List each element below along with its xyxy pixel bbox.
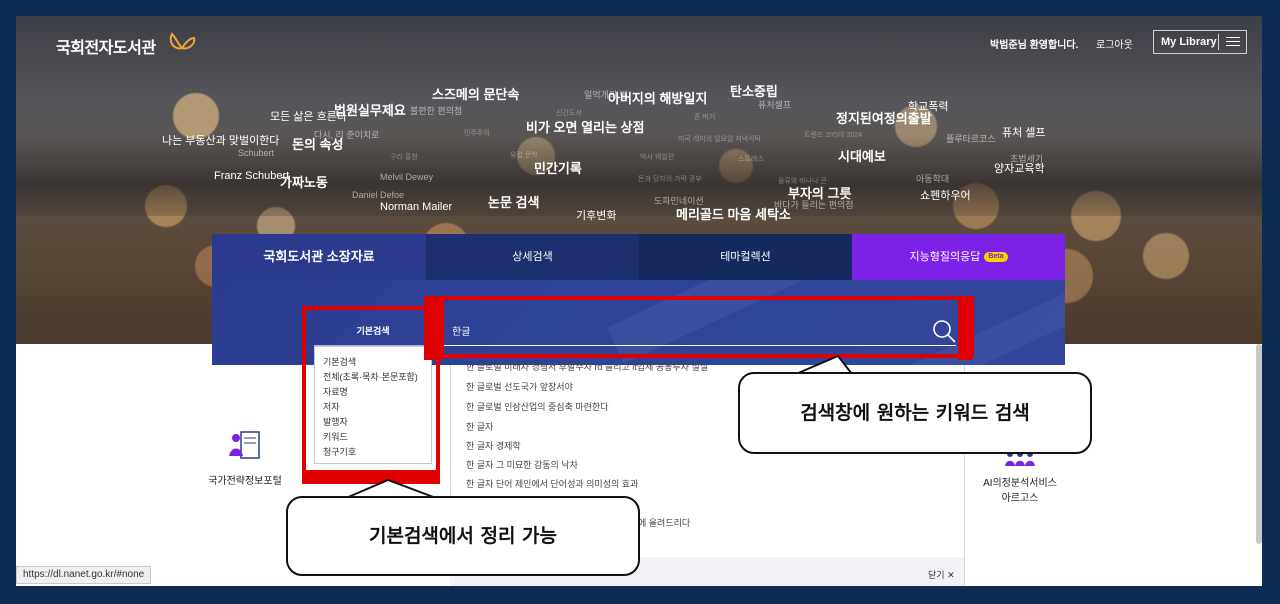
annotation-callout-search: 검색창에 원하는 키워드 검색: [738, 372, 1092, 454]
annotation-callout-scope: 기본검색에서 정리 가능: [286, 496, 640, 576]
callout-pointers: [345, 354, 855, 500]
browser-viewport: 국회전자도서관 박범준님 환영합니다. 로그아웃 My Library 스즈메의…: [16, 16, 1262, 586]
